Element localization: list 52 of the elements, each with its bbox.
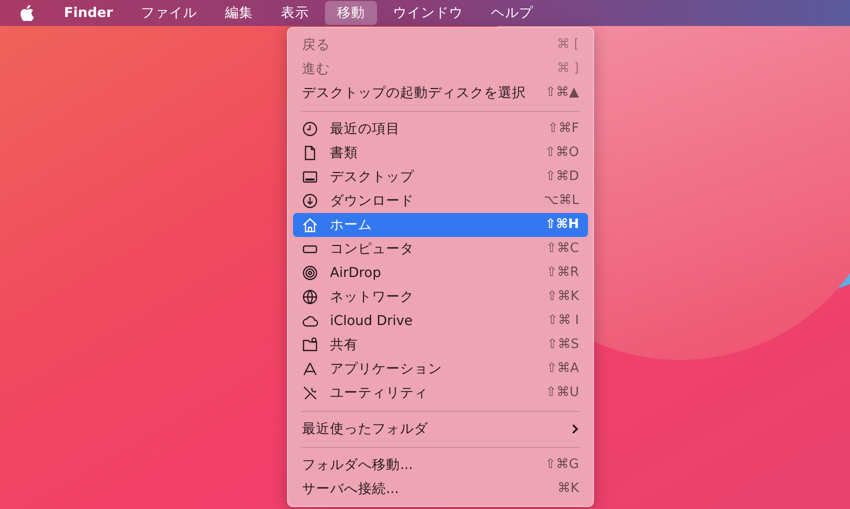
keyboard-shortcut: ⇧⌘▲ [545,84,579,102]
menu-item[interactable]: ユーティリティ ⇧⌘U [293,381,588,405]
cloud-icon [302,313,318,329]
desktop-icon [302,169,318,185]
menu-bar-item[interactable]: Finder [52,1,125,25]
menu-bar-item[interactable]: 表示 [268,1,321,25]
keyboard-shortcut: ⇧⌘C [546,240,579,258]
menu-item[interactable]: 最近の項目 ⇧⌘F [293,117,588,141]
keyboard-shortcut: ⇧⌘F [548,120,579,138]
shared-folder-icon [302,337,318,353]
menu-item[interactable]: サーバへ接続... ⌘K [293,477,588,501]
menu-item[interactable]: 共有 ⇧⌘S [293,333,588,357]
menu-bar-item[interactable]: ファイル [128,1,209,25]
keyboard-shortcut: ⇧⌘G [545,456,579,474]
apple-logo-icon[interactable] [20,5,34,21]
document-icon [302,145,318,161]
clock-icon [302,121,318,137]
menu-item[interactable]: アプリケーション ⇧⌘A [293,357,588,381]
menu-item[interactable]: AirDrop ⇧⌘R [293,261,588,285]
menu-item[interactable]: デスクトップ ⇧⌘D [293,165,588,189]
menu-item[interactable]: ネットワーク ⇧⌘K [293,285,588,309]
keyboard-shortcut: ⇧⌘H [545,216,579,234]
keyboard-shortcut: ⇧⌘R [546,264,579,282]
menu-bar-item[interactable]: ヘルプ [478,1,545,25]
menu-item[interactable]: コンピュータ ⇧⌘C [293,237,588,261]
airdrop-icon [302,265,318,281]
menu-item[interactable]: フォルダへ移動... ⇧⌘G [293,453,588,477]
keyboard-shortcut: ⇧⌘ I [547,312,579,330]
keyboard-shortcut: ⇧⌘U [546,384,579,402]
globe-icon [302,289,318,305]
keyboard-shortcut: ⌥⌘L [544,192,579,210]
keyboard-shortcut: ⇧⌘S [546,336,579,354]
keyboard-shortcut: ⌘ ] [556,60,579,78]
menu-bar-item[interactable]: 移動 [324,1,377,25]
applications-icon [302,361,318,377]
keyboard-shortcut: ⇧⌘D [545,168,579,186]
menu-item[interactable]: 書類 ⇧⌘O [293,141,588,165]
download-icon [302,193,318,209]
keyboard-shortcut: ⇧⌘O [544,144,579,162]
menu-item[interactable]: デスクトップの起動ディスクを選択 ⇧⌘▲ [293,81,588,105]
menu-item[interactable]: 最近使ったフォルダ [293,417,588,441]
keyboard-shortcut: ⌘ [ [556,36,579,54]
keyboard-shortcut: ⇧⌘K [546,288,579,306]
menu-bar-item[interactable]: 編集 [212,1,265,25]
keyboard-shortcut: ⇧⌘A [546,360,579,378]
chevron-right-icon [571,423,579,435]
keyboard-shortcut: ⌘K [557,480,579,498]
menu-item[interactable]: ダウンロード ⌥⌘L [293,189,588,213]
menu-item[interactable]: ホーム ⇧⌘H [293,213,588,237]
home-icon [302,217,318,233]
menu-item[interactable]: iCloud Drive ⇧⌘ I [293,309,588,333]
menu-bar-item[interactable]: ウインドウ [380,1,475,25]
